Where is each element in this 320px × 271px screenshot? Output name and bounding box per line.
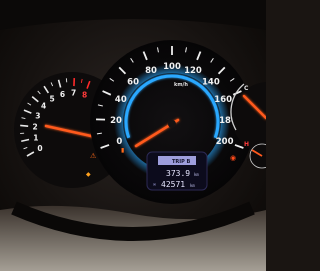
- temperature-hot-mark: H: [244, 141, 249, 148]
- odometer-value: 42571: [161, 180, 185, 189]
- speedometer-numeral: 20: [110, 116, 122, 126]
- tachometer-numeral: 6: [60, 90, 65, 99]
- engine-warning-icon: ⚠: [90, 152, 97, 160]
- speedometer-numeral: 140: [202, 78, 220, 88]
- instrument-cluster: 012345678 x1000r/min ⚠ ◆ 020406080100120…: [0, 0, 266, 271]
- speedometer-numeral: 60: [127, 78, 139, 88]
- speedometer-unit-label: km/h: [174, 82, 188, 88]
- tachometer-numeral: 2: [33, 122, 38, 131]
- trip-unit: km: [194, 172, 199, 177]
- speedometer-numeral: 100: [163, 62, 181, 72]
- speedometer-numeral: 40: [115, 95, 127, 105]
- tachometer-numeral: 4: [41, 102, 46, 111]
- tachometer-numeral: 7: [71, 89, 76, 98]
- speedometer-numeral: 120: [184, 66, 202, 76]
- tachometer-tick: [20, 124, 29, 127]
- tachometer-numeral: 5: [50, 94, 55, 103]
- speedometer-numeral: 0: [116, 137, 122, 147]
- fuel-warning-icon: ▮: [121, 147, 124, 154]
- speedometer-numeral: 160: [214, 95, 232, 105]
- tachometer-numeral: 8: [82, 91, 87, 100]
- speedometer-hub: [168, 120, 176, 128]
- speedometer: 020406080 100 120140160180200 km/h TRIP B …: [90, 40, 254, 204]
- trip-value: 373.9: [166, 169, 190, 178]
- oil-warning-icon: ◆: [86, 171, 91, 178]
- cluster-photo: 012345678 x1000r/min ⚠ ◆ 020406080100120…: [0, 0, 266, 271]
- tachometer-numeral: 3: [35, 111, 40, 120]
- tachometer-numeral: 0: [37, 144, 42, 153]
- speedometer-numeral: 200: [216, 137, 234, 147]
- trip-display: TRIP B 373.9 km ∞ 42571 km: [146, 151, 208, 191]
- brake-warning-icon: ◉: [230, 154, 236, 162]
- tachometer-numeral: 1: [33, 134, 38, 143]
- speedometer-numeral: 80: [145, 66, 157, 76]
- odometer-unit: km: [190, 183, 195, 188]
- odometer-icon: ∞: [153, 182, 156, 188]
- temperature-cold-mark: C: [244, 85, 249, 92]
- trip-label: TRIP B: [172, 159, 191, 165]
